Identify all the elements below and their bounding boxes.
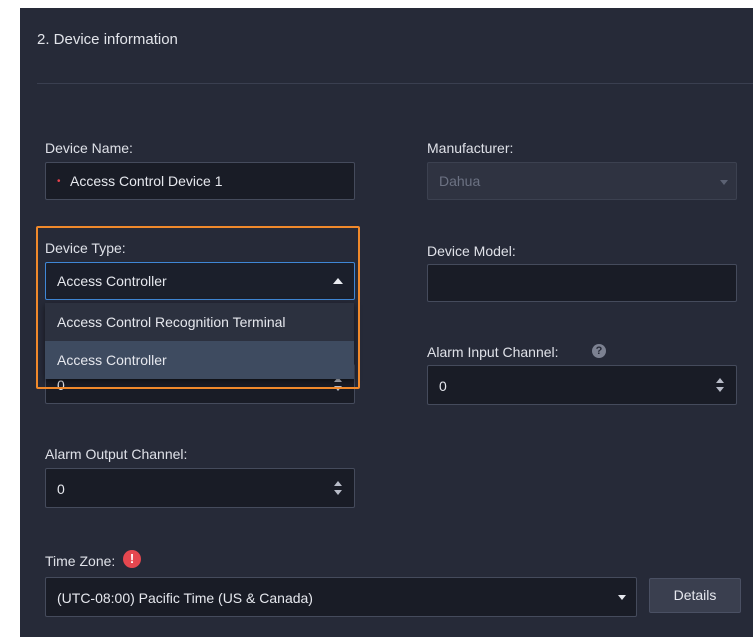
dropdown-option-selected[interactable]: Access Controller [45,341,354,379]
top-margin [0,0,753,8]
stepper-icon[interactable] [716,378,724,394]
alarm-input-stepper[interactable]: 0 [427,365,737,405]
exclamation-icon: ! [123,550,141,568]
alarm-output-value: 0 [57,481,65,497]
details-button[interactable]: Details [649,578,741,613]
device-type-label: Device Type: [45,240,126,256]
manufacturer-select: Dahua [427,162,737,200]
section-divider [37,83,753,84]
device-name-value: Access Control Device 1 [70,173,223,189]
device-type-value: Access Controller [57,273,167,289]
required-marker: • [57,176,61,187]
device-name-label: Device Name: [45,140,133,156]
alarm-output-stepper[interactable]: 0 [45,468,355,508]
manufacturer-value: Dahua [439,173,481,189]
device-model-label: Device Model: [427,243,516,259]
alarm-output-label: Alarm Output Channel: [45,446,188,462]
device-type-dropdown: Access Control Recognition Terminal Acce… [45,303,354,379]
dropdown-option-label: Access Control Recognition Terminal [57,314,286,330]
alarm-input-label: Alarm Input Channel: [427,344,559,360]
device-name-field[interactable]: • Access Control Device 1 [45,162,355,200]
page-frame: 2. Device information Device Name: • Acc… [0,0,753,637]
device-type-select[interactable]: Access Controller [45,262,355,300]
dropdown-option[interactable]: Access Control Recognition Terminal [45,303,354,341]
chevron-down-icon[interactable] [618,595,626,600]
alarm-input-value: 0 [439,378,447,394]
manufacturer-label: Manufacturer: [427,140,514,156]
channel-value: 0 [57,377,65,393]
stepper-icon[interactable] [334,377,342,393]
stepper-icon[interactable] [334,481,342,497]
chevron-up-icon[interactable] [333,278,343,284]
section-title: 2. Device information [37,31,178,48]
time-zone-value: (UTC-08:00) Pacific Time (US & Canada) [57,590,313,606]
chevron-down-icon [720,180,728,185]
left-margin [0,0,20,637]
time-zone-label: Time Zone: [45,553,116,569]
question-icon[interactable]: ? [592,344,606,358]
time-zone-select[interactable]: (UTC-08:00) Pacific Time (US & Canada) [45,577,637,617]
dropdown-option-label: Access Controller [57,352,167,368]
device-model-input[interactable] [427,264,737,302]
